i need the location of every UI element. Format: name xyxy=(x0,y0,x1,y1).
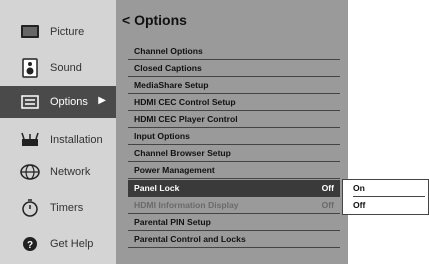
options-icon xyxy=(18,91,42,113)
sidebar-item-options[interactable]: Options ▶ xyxy=(0,86,116,118)
menu-item-label: Parental PIN Setup xyxy=(134,217,211,227)
menu-item-value: Off xyxy=(321,183,334,193)
page-title[interactable]: < Options xyxy=(122,12,187,28)
menu-item-label: Channel Browser Setup xyxy=(134,148,231,158)
sidebar-item-label: Picture xyxy=(50,26,85,38)
sidebar-item-sound[interactable]: Sound xyxy=(6,52,114,84)
menu-item-channel-options[interactable]: Channel Options xyxy=(128,43,340,60)
menu-item-mediashare-setup[interactable]: MediaShare Setup xyxy=(128,77,340,94)
sidebar-item-timers[interactable]: Timers xyxy=(6,192,114,224)
sidebar-item-label: Options xyxy=(50,96,88,108)
help-icon: ? xyxy=(18,233,42,255)
timers-icon xyxy=(18,197,42,219)
options-panel: < Options Channel Options Closed Caption… xyxy=(116,0,348,264)
sidebar: Picture Sound Options ▶ Installation Net… xyxy=(0,0,116,264)
menu-item-hdmi-information-display: HDMI Information Display Off xyxy=(128,197,340,214)
sidebar-item-network[interactable]: Network xyxy=(6,156,114,188)
menu-item-label: Input Options xyxy=(134,131,190,141)
menu-item-hdmi-cec-control-setup[interactable]: HDMI CEC Control Setup xyxy=(128,94,340,111)
menu-item-label: MediaShare Setup xyxy=(134,80,209,90)
menu-item-parental-pin-setup[interactable]: Parental PIN Setup xyxy=(128,214,340,231)
sidebar-item-label: Timers xyxy=(50,202,84,214)
menu-item-label: HDMI Information Display xyxy=(134,200,239,210)
menu-item-closed-captions[interactable]: Closed Captions xyxy=(128,60,340,77)
sidebar-item-label: Get Help xyxy=(50,238,94,250)
picture-icon xyxy=(18,21,42,43)
menu-item-label: Parental Control and Locks xyxy=(134,234,246,244)
panel-lock-popup: On Off xyxy=(342,179,429,215)
menu-item-parental-control-and-locks[interactable]: Parental Control and Locks xyxy=(128,231,340,248)
popup-option-off[interactable]: Off xyxy=(353,197,425,213)
menu-item-input-options[interactable]: Input Options xyxy=(128,128,340,145)
menu-item-label: HDMI CEC Player Control xyxy=(134,114,238,124)
sidebar-item-label: Installation xyxy=(50,134,103,146)
sidebar-item-label: Sound xyxy=(50,62,82,74)
menu-item-label: Closed Captions xyxy=(134,63,202,73)
sidebar-item-label: Network xyxy=(50,166,91,178)
installation-icon xyxy=(18,129,42,151)
menu-item-value: Off xyxy=(321,200,334,210)
sidebar-item-installation[interactable]: Installation xyxy=(6,124,114,156)
menu-item-channel-browser-setup[interactable]: Channel Browser Setup xyxy=(128,145,340,162)
sound-icon xyxy=(18,57,42,79)
menu-item-power-management[interactable]: Power Management xyxy=(128,162,340,179)
popup-option-on[interactable]: On xyxy=(353,180,425,197)
menu-item-label: Channel Options xyxy=(134,46,203,56)
arrow-right-icon: ▶ xyxy=(98,95,106,106)
sidebar-item-get-help[interactable]: ? Get Help xyxy=(6,228,114,260)
sidebar-item-picture[interactable]: Picture xyxy=(6,16,114,48)
network-icon xyxy=(18,161,42,183)
menu-item-panel-lock[interactable]: Panel Lock Off xyxy=(128,180,340,197)
svg-text:?: ? xyxy=(27,240,33,251)
menu-item-label: Panel Lock xyxy=(134,183,180,193)
menu-item-label: Power Management xyxy=(134,165,215,175)
menu-item-hdmi-cec-player-control[interactable]: HDMI CEC Player Control xyxy=(128,111,340,128)
menu-item-label: HDMI CEC Control Setup xyxy=(134,97,236,107)
